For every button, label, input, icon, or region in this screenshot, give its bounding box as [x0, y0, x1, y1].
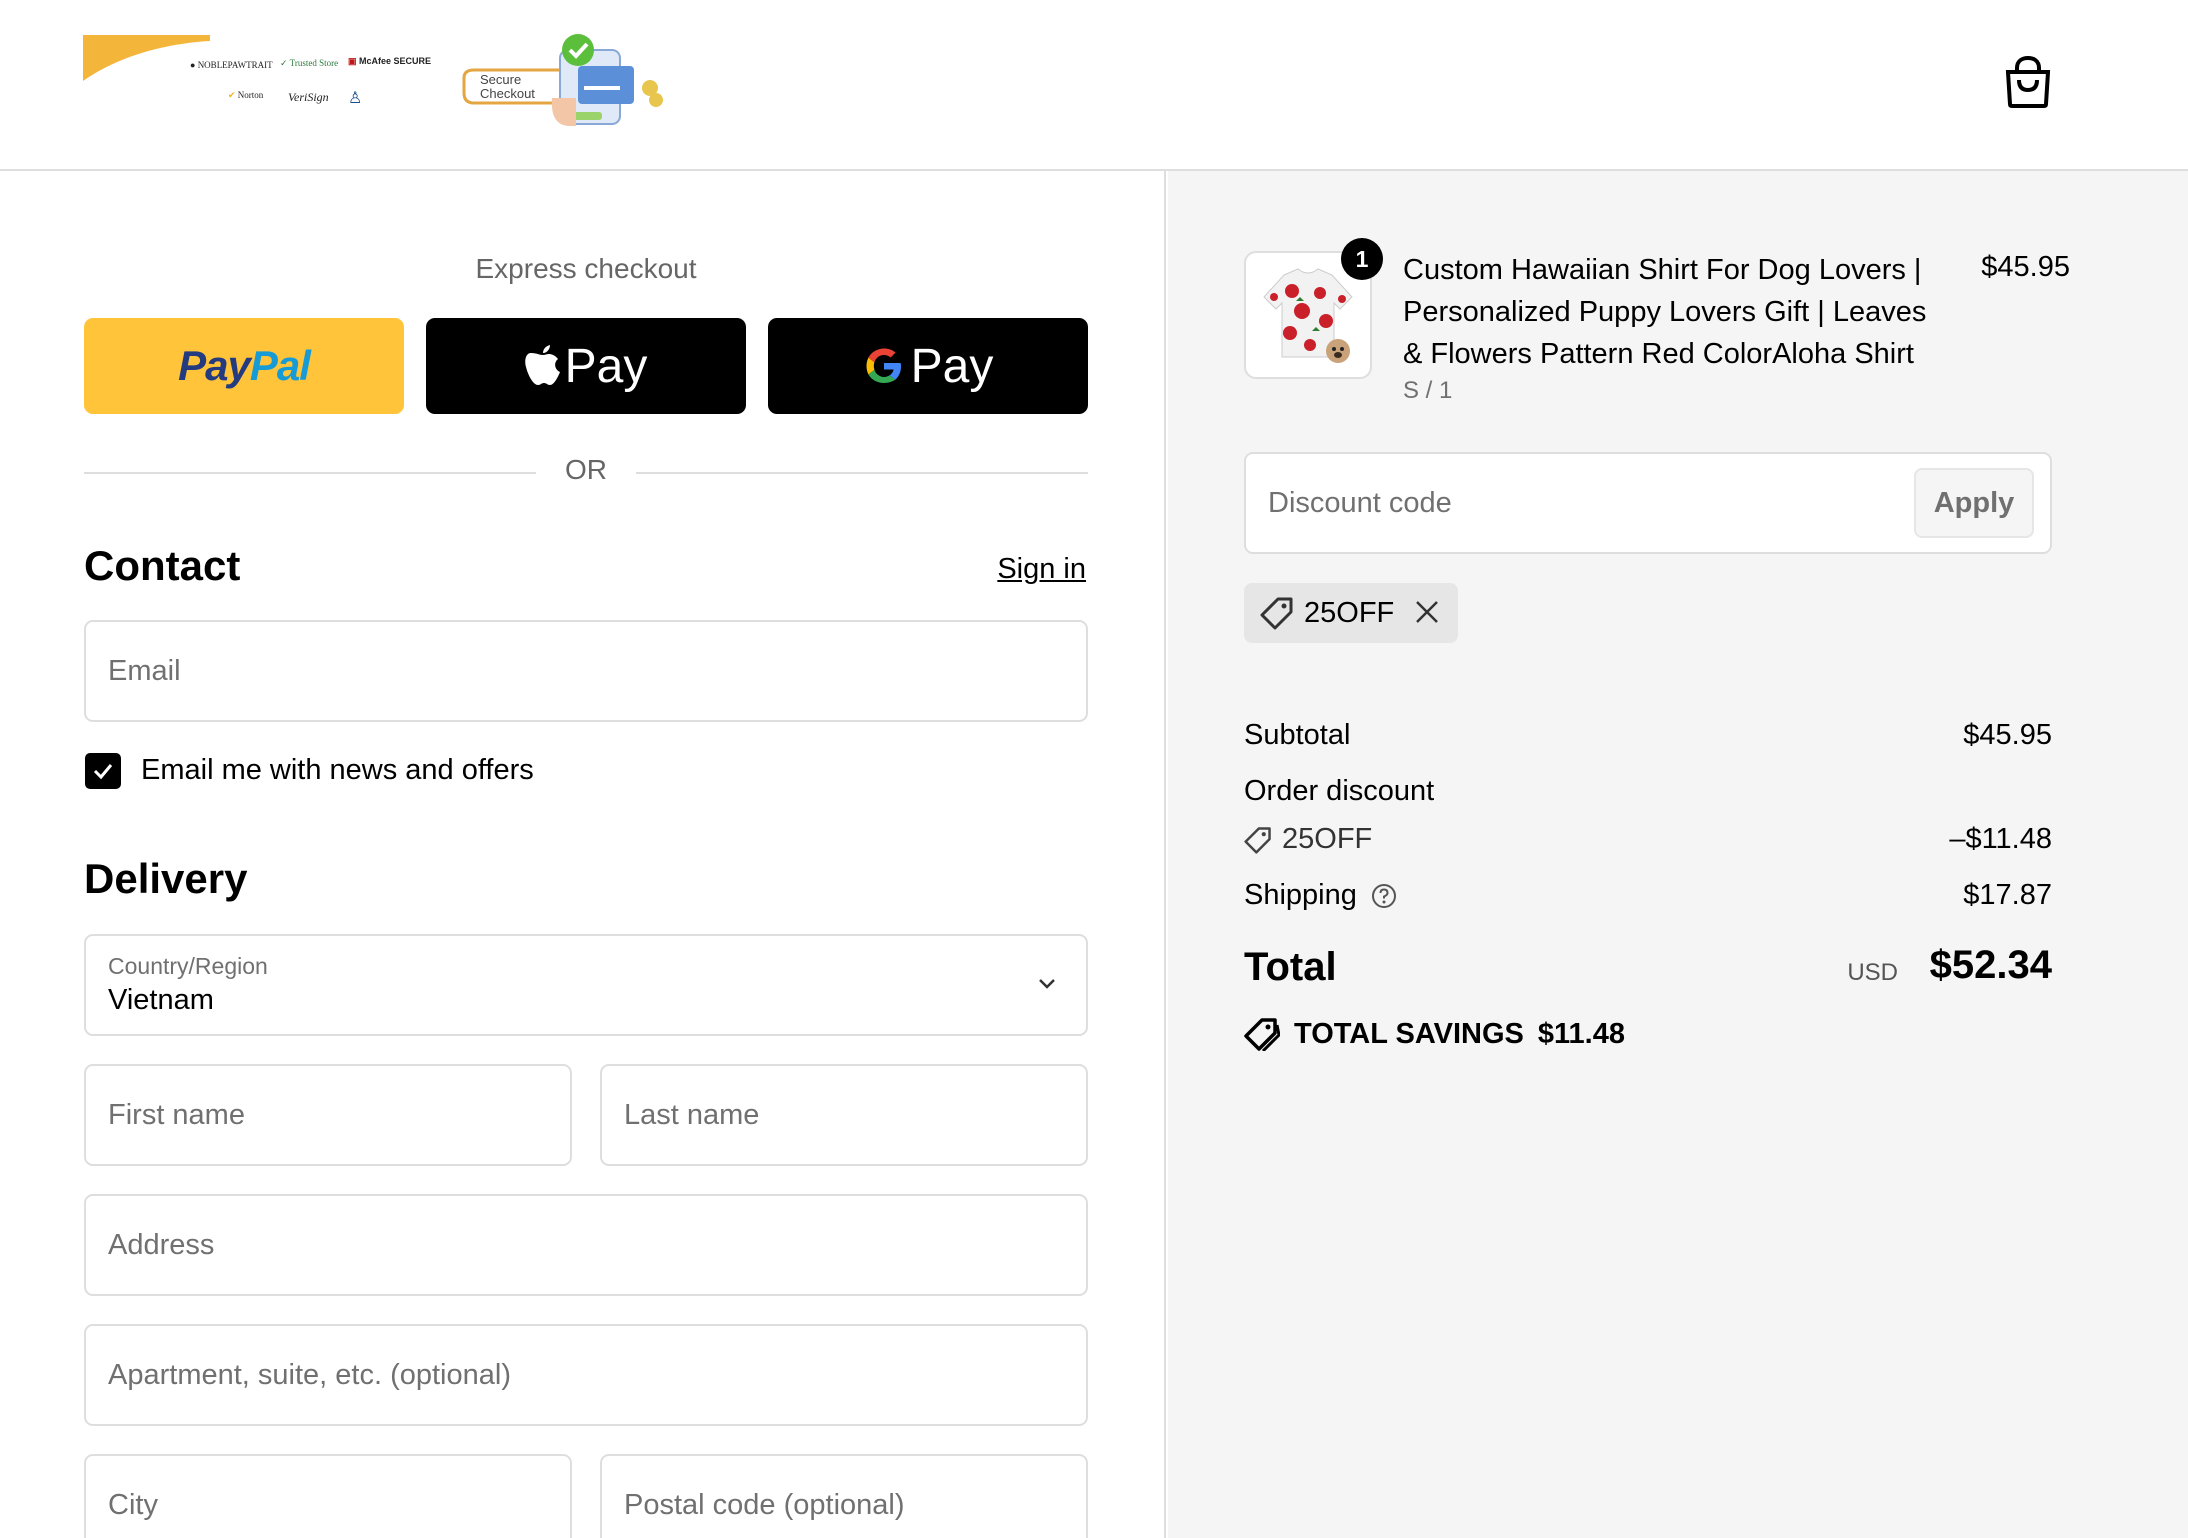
total-savings: TOTAL SAVINGS $11.48 — [1244, 1017, 1625, 1051]
svg-text:Checkout: Checkout — [480, 86, 535, 101]
city-field[interactable]: City — [84, 1454, 572, 1538]
discount-code-input[interactable]: Discount code Apply — [1244, 452, 2052, 554]
secure-text: Secure — [480, 72, 521, 87]
trust-badges: ● NOBLEPAWTRAIT ✓ Trusted Store ▣ McAfee… — [188, 56, 431, 118]
badge-trusted-store: ✓ Trusted Store — [280, 58, 339, 68]
check-icon — [93, 764, 113, 780]
or-divider: OR — [84, 454, 1088, 490]
shipping-row: Shipping $17.87 — [1244, 879, 2052, 911]
product-title: Custom Hawaiian Shirt For Dog Lovers | P… — [1403, 254, 1927, 370]
shopping-bag-icon[interactable] — [2004, 56, 2052, 108]
subtotal-row: Subtotal $45.95 — [1244, 719, 2052, 751]
google-g-icon — [866, 348, 901, 383]
badge-norton: ✔ Norton — [228, 90, 264, 100]
order-summary: 1 Custom Hawaiian Shirt For Dog Lovers |… — [1168, 171, 2188, 1538]
total-row: Total USD $52.34 — [1244, 943, 2052, 989]
chevron-down-icon — [1039, 979, 1055, 989]
help-circle-icon[interactable] — [1371, 883, 1397, 909]
order-discount-label-row: Order discount — [1244, 775, 1435, 807]
first-name-field[interactable]: First name — [84, 1064, 572, 1166]
quantity-badge: 1 — [1341, 238, 1383, 280]
express-checkout-title: Express checkout — [475, 253, 697, 284]
contact-title: Contact — [84, 542, 241, 589]
badge-verisign: VeriSign — [288, 90, 329, 104]
savings-tag-icon — [1244, 1018, 1280, 1051]
apple-icon — [524, 345, 560, 385]
postal-code-field[interactable]: Postal code (optional) — [600, 1454, 1088, 1538]
header: ● NOBLEPAWTRAIT ✓ Trusted Store ▣ McAfee… — [0, 0, 2188, 171]
badge-noblepawtrait: ● NOBLEPAWTRAIT — [190, 60, 273, 70]
apply-button[interactable]: Apply — [1914, 468, 2034, 538]
country-select[interactable]: Country/Region Vietnam — [84, 934, 1088, 1036]
product-variant: S / 1 — [1403, 377, 1453, 404]
badge-bbb: ♙ — [348, 90, 363, 107]
paypal-button[interactable]: PayPal — [84, 318, 404, 414]
applied-discount-tag: 25OFF — [1244, 583, 1458, 643]
newsletter-checkbox[interactable] — [85, 753, 121, 789]
apartment-field[interactable]: Apartment, suite, etc. (optional) — [84, 1324, 1088, 1426]
delivery-title: Delivery — [84, 855, 248, 902]
checkout-form: Express checkout PayPal Pay Pay OR Conta… — [0, 171, 1166, 1538]
newsletter-label: Email me with news and offers — [141, 754, 534, 786]
sign-in-link[interactable]: Sign in — [997, 553, 1086, 586]
secure-checkout-illustration: Secure Checkout — [462, 34, 663, 126]
tag-icon — [1244, 826, 1271, 854]
close-icon[interactable] — [1414, 599, 1440, 625]
order-discount-row: 25OFF –$11.48 — [1244, 823, 2052, 856]
email-field[interactable]: Email — [84, 620, 1088, 722]
tag-icon — [1260, 597, 1293, 630]
badge-mcafee: ▣ McAfee SECURE — [348, 56, 432, 66]
address-field[interactable]: Address — [84, 1194, 1088, 1296]
last-name-field[interactable]: Last name — [600, 1064, 1088, 1166]
google-pay-button[interactable]: Pay — [768, 318, 1088, 414]
product-price: $45.95 — [1981, 251, 2070, 283]
apple-pay-button[interactable]: Pay — [426, 318, 746, 414]
paypal-logo: PayPal — [178, 342, 311, 389]
